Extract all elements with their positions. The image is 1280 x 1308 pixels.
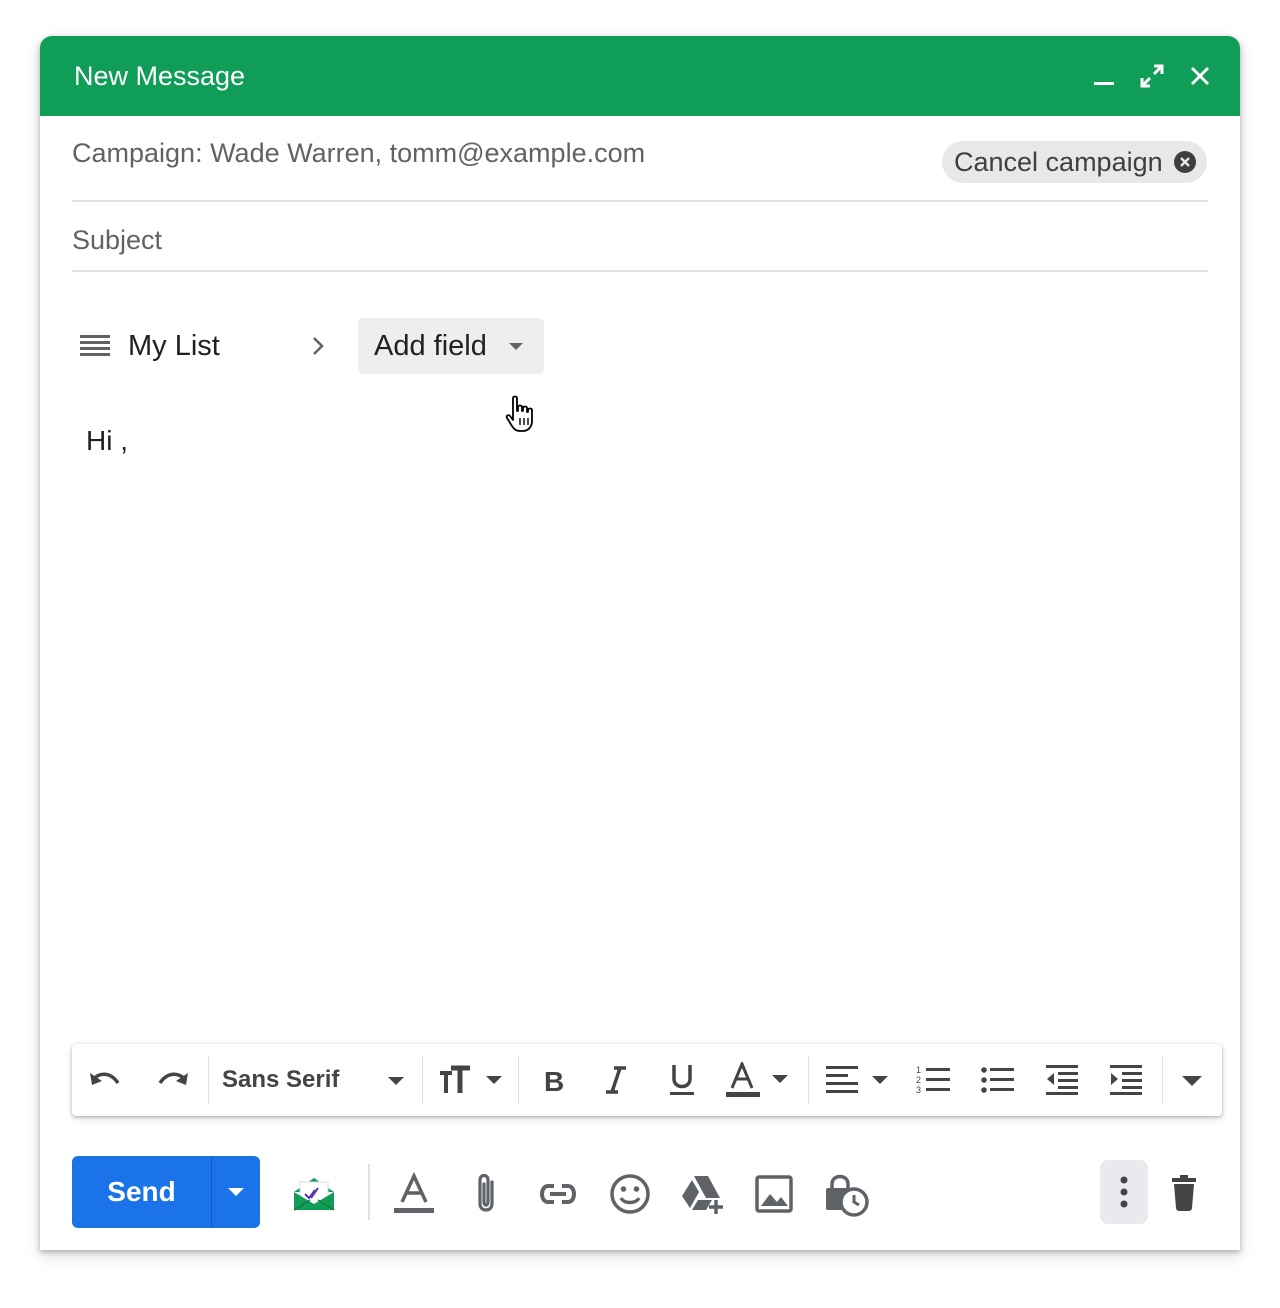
bold-icon[interactable]: B (532, 1062, 576, 1098)
undo-icon[interactable] (84, 1062, 128, 1098)
recipients-text: Campaign: Wade Warren, tomm@example.com (72, 138, 646, 168)
list-name[interactable]: My List (128, 328, 220, 364)
subject-row (72, 220, 1208, 272)
link-icon[interactable] (534, 1170, 582, 1218)
bottom-toolbar: Send (40, 1146, 1240, 1236)
caret-down-icon (509, 343, 523, 350)
close-icon[interactable] (1184, 60, 1216, 92)
message-body[interactable]: Hi , (86, 424, 1196, 1024)
minimize-icon[interactable] (1088, 60, 1120, 92)
toolbar-separator (518, 1056, 519, 1104)
subject-input[interactable] (72, 220, 1208, 260)
add-field-dropdown[interactable]: Add field (358, 318, 544, 374)
attach-icon[interactable] (462, 1170, 510, 1218)
toolbar-separator (368, 1164, 370, 1220)
numbered-list-icon[interactable]: 1 2 3 (912, 1062, 956, 1098)
svg-text:2: 2 (916, 1075, 921, 1085)
chevron-right-icon (313, 337, 324, 355)
send-button[interactable]: Send (72, 1156, 211, 1228)
toolbar-separator (422, 1056, 423, 1104)
cancel-circle-icon[interactable] (1173, 150, 1197, 174)
indent-more-icon[interactable] (1104, 1062, 1148, 1098)
indent-less-icon[interactable] (1040, 1062, 1084, 1098)
add-field-label: Add field (374, 330, 487, 362)
text-color-icon[interactable] (724, 1062, 796, 1098)
send-options-button[interactable] (212, 1156, 260, 1228)
font-family-select[interactable]: Sans Serif (222, 1062, 412, 1098)
toolbar-separator (208, 1056, 209, 1104)
redo-icon[interactable] (150, 1062, 194, 1098)
more-options-button[interactable] (1100, 1160, 1148, 1224)
title-bar: New Message (40, 36, 1240, 116)
confidential-mode-icon[interactable] (822, 1170, 870, 1218)
svg-text:B: B (544, 1066, 564, 1095)
bulleted-list-icon[interactable] (976, 1062, 1020, 1098)
align-icon[interactable] (822, 1062, 894, 1098)
caret-down-icon (228, 1188, 244, 1196)
svg-text:3: 3 (916, 1085, 921, 1095)
campaign-mail-icon[interactable] (290, 1170, 338, 1218)
toolbar-separator (1162, 1056, 1163, 1104)
recipients-row[interactable]: Campaign: Wade Warren, tomm@example.com … (72, 134, 1208, 202)
more-options-icon (1120, 1176, 1128, 1208)
toolbar-separator (808, 1056, 809, 1104)
more-formatting-icon[interactable] (1170, 1062, 1214, 1098)
font-family-label: Sans Serif (222, 1066, 340, 1093)
underline-icon[interactable] (660, 1062, 704, 1098)
cancel-campaign-chip[interactable]: Cancel campaign (942, 141, 1207, 183)
caret-down-icon (388, 1077, 404, 1085)
send-button-group: Send (72, 1156, 260, 1228)
window-title: New Message (74, 61, 246, 91)
expand-icon[interactable] (1136, 60, 1168, 92)
photo-icon[interactable] (750, 1170, 798, 1218)
breadcrumb: My List Add field (80, 318, 580, 374)
italic-icon[interactable] (594, 1062, 638, 1098)
formatting-options-icon[interactable] (390, 1170, 438, 1218)
compose-window: New Message Campaign: Wade Warren, tomm@… (40, 36, 1240, 1250)
svg-text:1: 1 (916, 1065, 921, 1075)
font-size-icon[interactable] (436, 1062, 508, 1098)
drive-icon[interactable] (678, 1170, 726, 1218)
formatting-toolbar: Sans Serif B 1 2 3 (72, 1044, 1222, 1116)
list-icon (80, 335, 110, 356)
trash-icon[interactable] (1160, 1170, 1208, 1218)
cancel-campaign-label: Cancel campaign (954, 147, 1163, 177)
emoji-icon[interactable] (606, 1170, 654, 1218)
